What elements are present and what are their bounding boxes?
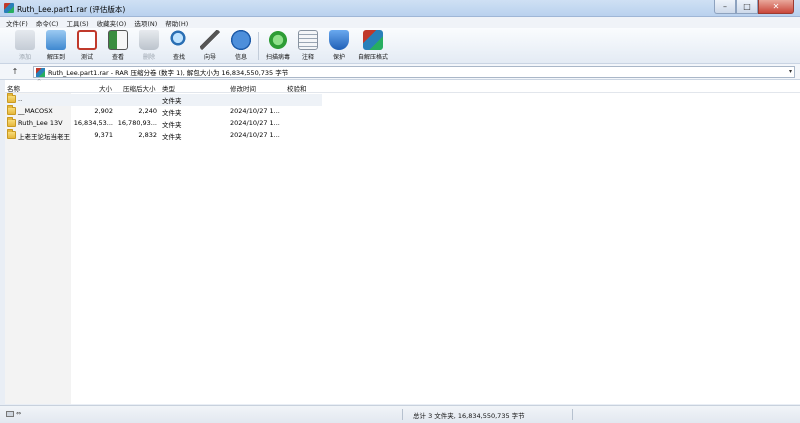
add-icon (15, 30, 35, 50)
window-title: Ruth_Lee.part1.rar (评估版本) (17, 5, 126, 14)
file-modified: 2024/10/27 1... (230, 119, 280, 127)
status-summary: 总计 3 文件夹, 16,834,550,735 字节 (413, 412, 525, 420)
maximize-button[interactable]: □ (736, 0, 758, 14)
folder-icon (7, 129, 16, 139)
column-type[interactable]: 类型 (162, 83, 175, 93)
menu-help[interactable]: 帮助(H) (165, 18, 188, 28)
protect-icon (329, 30, 349, 50)
menu-bar: 文件(F) 命令(C) 工具(S) 收藏夹(O) 选项(N) 帮助(H) (0, 17, 800, 28)
test-icon (77, 30, 97, 50)
column-modified[interactable]: 修改时间 (230, 83, 256, 93)
extract-icon (46, 30, 66, 50)
protect-button[interactable]: 保护 (324, 30, 354, 61)
file-type: 文件夹 (162, 97, 182, 105)
file-name: 上老王论坛当老王 (18, 133, 70, 141)
menu-options[interactable]: 选项(N) (134, 18, 157, 28)
winrar-app-icon[interactable] (4, 3, 14, 13)
comment-icon (298, 30, 318, 50)
info-button[interactable]: 信息 (226, 30, 256, 61)
view-icon (108, 30, 128, 50)
sfx-button[interactable]: 自解压格式 (358, 30, 388, 61)
folder-icon (7, 105, 16, 115)
column-name[interactable]: 名称 (7, 83, 20, 93)
path-dropdown-icon[interactable]: ▾ (789, 68, 792, 75)
virus-scan-button[interactable]: 扫描病毒 (263, 30, 293, 61)
find-icon (169, 30, 189, 50)
toolbar-separator (258, 32, 259, 60)
close-button[interactable]: ✕ (758, 0, 794, 14)
menu-file[interactable]: 文件(F) (6, 18, 28, 28)
menu-commands[interactable]: 命令(C) (36, 18, 59, 28)
find-button[interactable]: 查找 (164, 30, 194, 61)
extract-to-button[interactable]: 解压到 (41, 30, 71, 61)
status-separator (572, 409, 573, 420)
menu-tools[interactable]: 工具(S) (66, 18, 88, 28)
delete-icon (139, 30, 159, 50)
status-bar: ⇔ 总计 3 文件夹, 16,834,550,735 字节 (0, 405, 800, 423)
status-drive[interactable]: ⇔ (6, 410, 21, 417)
arrows-icon: ⇔ (16, 410, 22, 417)
rar-archive-icon (36, 67, 45, 77)
column-packed[interactable]: 压缩后大小 (123, 83, 156, 93)
file-size: 16,834,53... (73, 119, 113, 127)
table-row[interactable]: .. 文件夹 (5, 93, 322, 106)
table-row[interactable]: Ruth_Lee 13V 16,834,53... 16,780,93... 文… (5, 117, 322, 130)
file-packed-size: 2,832 (138, 131, 157, 139)
table-row[interactable]: __MACOSX 2,902 2,240 文件夹 2024/10/27 1... (5, 105, 322, 118)
view-button[interactable]: 查看 (103, 30, 133, 61)
path-text: Ruth_Lee.part1.rar - RAR 压缩分卷 (数字 1), 解包… (48, 69, 289, 77)
file-size: 2,902 (94, 107, 113, 115)
file-list[interactable]: 名称 ^ 大小 压缩后大小 类型 修改时间 校验和 .. 文件夹 __MACOS… (5, 79, 800, 404)
toolbar: 添加 解压到 测试 查看 删除 查找 向导 信息 扫描病毒 注释 保护 自解压格… (0, 28, 800, 64)
title-bar: Ruth_Lee.part1.rar (评估版本) – □ ✕ (0, 0, 800, 17)
address-bar: ↑ Ruth_Lee.part1.rar - RAR 压缩分卷 (数字 1), … (0, 64, 800, 80)
folder-up-icon (7, 93, 16, 103)
minimize-button[interactable]: – (714, 0, 736, 14)
sfx-icon (363, 30, 383, 50)
file-name: __MACOSX (18, 107, 53, 115)
drive-icon (6, 410, 14, 417)
folder-icon (7, 117, 16, 127)
virus-scan-icon (268, 30, 288, 50)
file-packed-size: 2,240 (138, 107, 157, 115)
table-row[interactable]: 上老王论坛当老王 9,371 2,832 文件夹 2024/10/27 1... (5, 129, 322, 142)
file-modified: 2024/10/27 1... (230, 107, 280, 115)
sort-caret-icon: ^ (37, 79, 42, 85)
test-button[interactable]: 测试 (72, 30, 102, 61)
file-name: .. (18, 95, 23, 103)
file-modified: 2024/10/27 1... (230, 131, 280, 139)
wizard-icon (200, 30, 220, 50)
file-type: 文件夹 (162, 121, 182, 129)
file-name: Ruth_Lee 13V (18, 119, 63, 127)
file-type: 文件夹 (162, 109, 182, 117)
file-packed-size: 16,780,93... (117, 119, 157, 127)
wizard-button[interactable]: 向导 (195, 30, 225, 61)
column-size[interactable]: 大小 (99, 83, 112, 93)
path-field[interactable]: Ruth_Lee.part1.rar - RAR 压缩分卷 (数字 1), 解包… (33, 66, 795, 78)
column-crc[interactable]: 校验和 (287, 83, 307, 93)
window-controls: – □ ✕ (714, 0, 794, 15)
info-icon (231, 30, 251, 50)
up-folder-button[interactable]: ↑ (6, 66, 24, 78)
status-separator (402, 409, 403, 420)
column-header: 名称 ^ 大小 压缩后大小 类型 修改时间 校验和 (5, 79, 800, 93)
add-button[interactable]: 添加 (10, 30, 40, 61)
file-size: 9,371 (94, 131, 113, 139)
file-type: 文件夹 (162, 133, 182, 141)
delete-button[interactable]: 删除 (134, 30, 164, 61)
comment-button[interactable]: 注释 (293, 30, 323, 61)
menu-favorites[interactable]: 收藏夹(O) (97, 18, 127, 28)
